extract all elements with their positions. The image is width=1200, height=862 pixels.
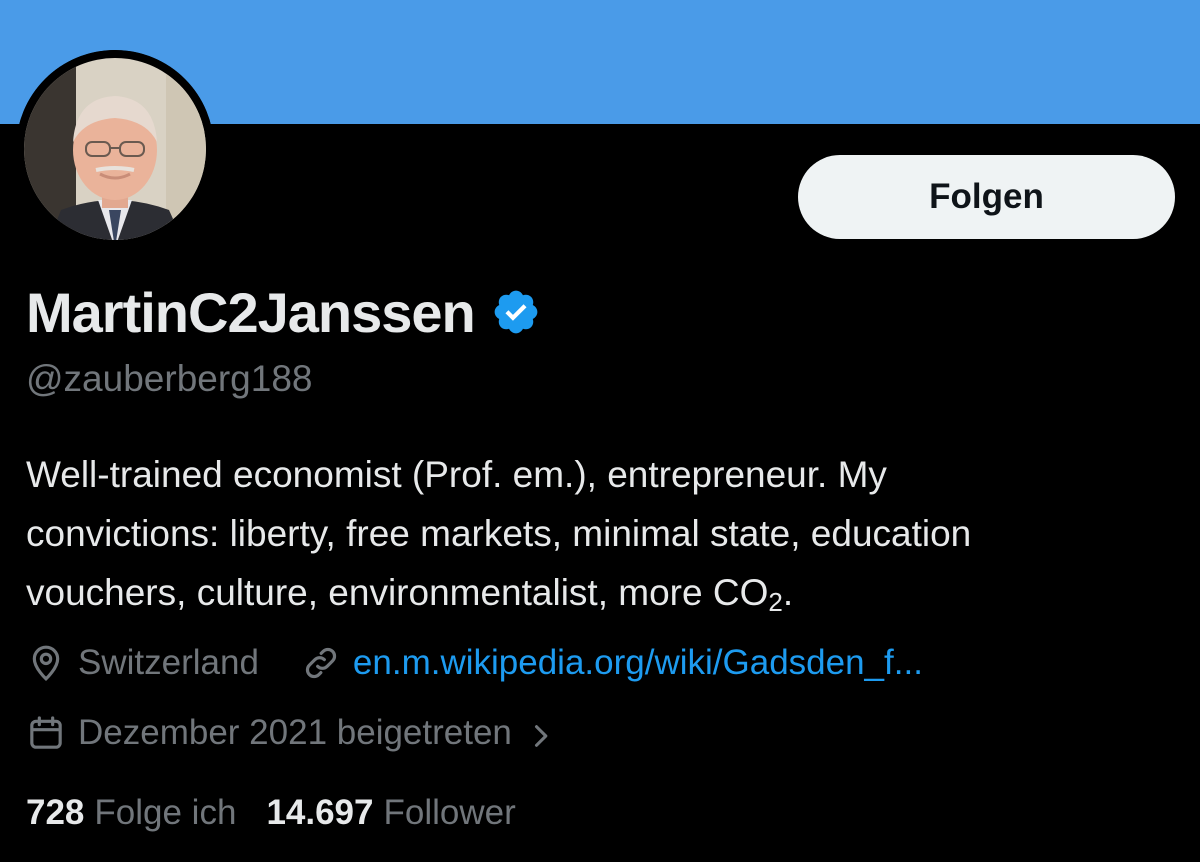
following-link[interactable]: 728 Folge ich [26,793,236,833]
followers-link[interactable]: 14.697 Follower [266,793,515,833]
location-pin-icon [26,643,66,683]
location-text: Switzerland [78,643,259,682]
bio-line: convictions: liberty, free markets, mini… [26,513,972,554]
website-link[interactable]: en.m.wikipedia.org/wiki/Gadsden_f... [301,643,923,683]
avatar[interactable] [16,50,214,248]
bio-suffix: . [782,572,794,613]
bio-line: Well-trained economist (Prof. em.), entr… [26,454,887,495]
joined-date: Dezember 2021 beigetreten [78,713,512,752]
user-handle: @zauberberg188 [26,358,313,399]
bio-text: vouchers, culture, environmentalist, mor… [26,572,769,613]
following-count: 728 [26,793,85,832]
website-link-text[interactable]: en.m.wikipedia.org/wiki/Gadsden_f... [353,643,923,683]
chevron-right-icon[interactable] [526,719,554,747]
joined-row[interactable]: Dezember 2021 beigetreten [26,708,554,758]
profile-meta-row: Switzerland en.m.wikipedia.org/wiki/Gads… [26,638,923,688]
follow-stats: 728 Folge ich 14.697 Follower [26,788,516,838]
bio-subscript: 2 [768,587,783,617]
calendar-icon [26,713,66,753]
follow-button[interactable]: Folgen [798,155,1175,239]
name-row: MartinC2Janssen [26,280,541,344]
followers-count: 14.697 [266,793,374,832]
profile-page: Folgen MartinC2Janssen @zauberberg188 We… [0,0,1200,862]
avatar-photo [16,50,214,248]
followers-label: Follower [383,793,516,832]
following-label: Folge ich [94,793,237,832]
display-name: MartinC2Janssen [26,280,476,344]
link-icon [301,643,341,683]
bio-line-last: vouchers, culture, environmentalist, mor… [26,563,1176,622]
profile-bio: Well-trained economist (Prof. em.), entr… [26,445,1176,622]
verified-badge-icon[interactable] [491,287,541,337]
